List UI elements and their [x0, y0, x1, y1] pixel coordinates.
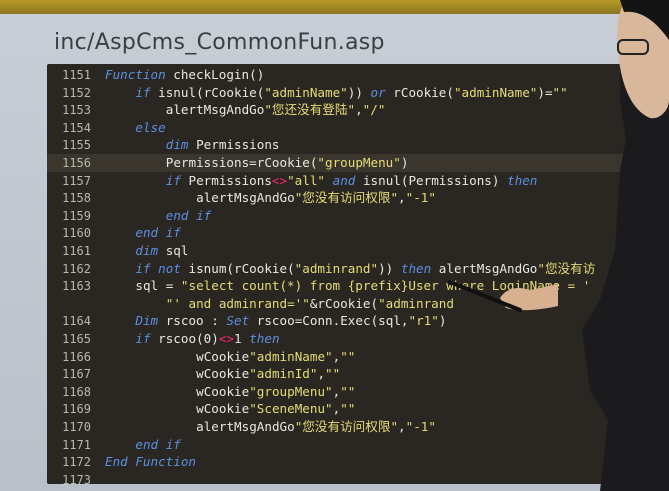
- pointer-hand: [448, 280, 558, 312]
- code-line: 1173: [47, 471, 647, 484]
- line-number: 1172: [62, 455, 91, 470]
- code-line: 1159 end if: [47, 207, 647, 225]
- line-number: 1170: [62, 420, 91, 434]
- line-number: 1164: [62, 314, 91, 329]
- line-number: 1155: [62, 138, 91, 153]
- line-number: 1166: [62, 349, 91, 364]
- code-line: 1169 wCookie"SceneMenu","": [47, 400, 647, 418]
- line-number: 1168: [62, 384, 91, 399]
- line-number: 1154: [62, 120, 91, 135]
- line-number: 1159: [62, 208, 91, 223]
- code-line: 1161 dim sql: [47, 242, 647, 260]
- line-code: dim Permissions: [165, 137, 280, 153]
- line-code: end if: [135, 436, 181, 452]
- line-number: 1162: [62, 261, 91, 276]
- line-code: else: [135, 119, 166, 135]
- code-line: 1152 if isnul(rCookie("adminName")) or r…: [47, 84, 647, 102]
- code-line: 1165 if rscoo(0)<>1 then: [47, 330, 647, 348]
- code-line: 1166 wCookie"adminName","": [47, 348, 647, 366]
- line-code: wCookie"adminName","": [196, 348, 356, 364]
- line-code: if Permissions<>"all" and isnul(Permissi…: [165, 172, 538, 188]
- code-line: 1153 alertMsgAndGo"您还没有登陆","/": [47, 101, 647, 119]
- line-number: 1169: [62, 402, 91, 417]
- line-code: dim sql: [135, 243, 189, 258]
- line-code: if rscoo(0)<>1 then: [135, 331, 280, 346]
- line-number: 1163: [62, 279, 91, 294]
- line-code: wCookie"groupMenu","": [196, 383, 356, 399]
- line-code: end if: [135, 225, 181, 241]
- line-code: End Function: [105, 454, 197, 470]
- line-code: Dim rscoo : Set rscoo=Conn.Exec(sql,"r1"…: [135, 313, 447, 329]
- code-line: 1155 dim Permissions: [47, 136, 647, 154]
- presenter-image: [582, 0, 669, 491]
- line-code: alertMsgAndGo"您还没有登陆","/": [165, 102, 386, 118]
- line-number: 1158: [62, 191, 91, 206]
- code-line: 1172 End Function: [47, 453, 647, 471]
- code-line: 1168 wCookie"groupMenu","": [47, 383, 647, 401]
- line-number: 1165: [62, 332, 91, 346]
- code-line: 1170 alertMsgAndGo"您没有访问权限","-1": [47, 418, 647, 436]
- file-title: inc/AspCms_CommonFun.asp: [54, 30, 385, 55]
- line-code: end if: [165, 207, 212, 223]
- line-code: if isnul(rCookie("adminName")) or rCooki…: [135, 84, 568, 100]
- line-number: 1167: [62, 367, 91, 382]
- line-number: 1160: [62, 226, 91, 241]
- line-number: 1171: [62, 437, 91, 452]
- line-code: wCookie"adminId","": [196, 366, 341, 382]
- code-line: 1156 Permissions=rCookie("groupMenu"): [47, 154, 647, 172]
- line-number: 1151: [62, 68, 91, 82]
- line-number: 1161: [62, 244, 91, 258]
- line-number: 1156: [62, 156, 91, 170]
- line-code: Permissions=rCookie("groupMenu"): [165, 155, 409, 170]
- line-number: 1173: [62, 472, 91, 484]
- line-number: 1152: [62, 85, 91, 100]
- line-number: 1157: [62, 173, 91, 188]
- code-line: 1171 end if: [47, 436, 647, 454]
- code-line: 1154 else: [47, 119, 647, 137]
- line-code: alertMsgAndGo"您没有访问权限","-1": [196, 190, 436, 206]
- line-code: alertMsgAndGo"您没有访问权限","-1": [196, 419, 436, 434]
- line-number: 1153: [62, 103, 91, 118]
- code-line: 1157 if Permissions<>"all" and isnul(Per…: [47, 172, 647, 190]
- line-code: Function checkLogin(): [105, 67, 265, 82]
- code-line: 1151 Function checkLogin(): [47, 66, 647, 84]
- code-line: 1167 wCookie"adminId","": [47, 365, 647, 383]
- code-line: 1160 end if: [47, 224, 647, 242]
- line-code: wCookie"SceneMenu","": [196, 401, 356, 417]
- code-line: 1158 alertMsgAndGo"您没有访问权限","-1": [47, 189, 647, 207]
- line-code: "' and adminrand='"&rCookie("adminrand: [165, 295, 454, 311]
